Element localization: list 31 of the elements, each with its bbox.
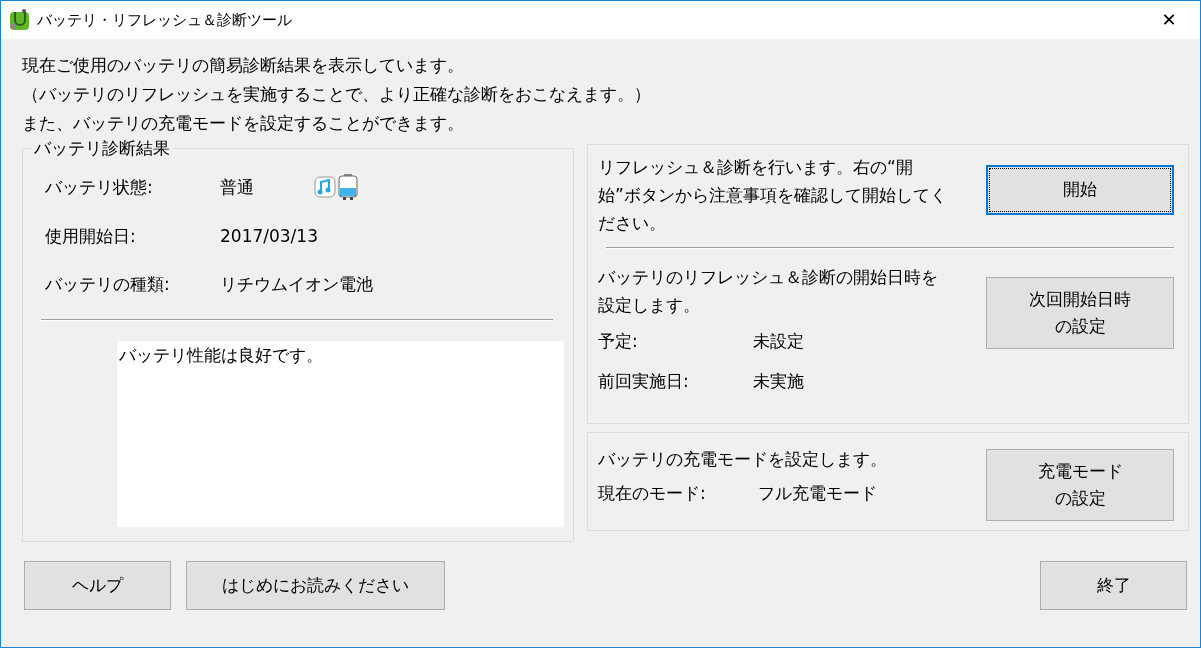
button[interactable]: 充電モード の設定: [986, 449, 1174, 521]
intro-text: 現在ご使用のバッテリの簡易診断結果を表示しています。: [22, 54, 465, 77]
intro-text: また、バッテリの充電モードを設定することができます。: [22, 112, 465, 135]
button[interactable]: ヘルプ: [24, 561, 171, 610]
field-value: 未実施: [753, 370, 804, 392]
app-icon: [7, 8, 31, 32]
field-value: 2017/03/13: [220, 225, 318, 246]
field-label: 使用開始日:: [45, 225, 137, 246]
field-value: リチウムイオン電池: [220, 274, 373, 295]
message-box: バッテリ性能は良好です。: [117, 340, 564, 527]
field-label: 前回実施日:: [598, 370, 690, 392]
instruction-text: リフレッシュ＆診断を行います。右の“開始”ボタンから注意事項を確認して開始してください。: [598, 156, 948, 235]
button[interactable]: 開始: [986, 165, 1174, 215]
field-label: 現在のモード:: [598, 482, 707, 504]
instruction-text: バッテリの充電モードを設定します。: [598, 448, 888, 471]
instruction-text: バッテリのリフレッシュ＆診断の開始日時を設定します。: [598, 266, 939, 317]
field-value: 普通: [220, 177, 255, 198]
group-title: バッテリ診断結果: [31, 138, 173, 159]
battery-icon: [336, 173, 360, 202]
field-value: フル充電モード: [758, 482, 877, 504]
button[interactable]: 次回開始日時 の設定: [986, 277, 1174, 349]
field-label: バッテリの種類:: [45, 274, 171, 295]
window-title: バッテリ・リフレッシュ＆診断ツール: [37, 11, 293, 29]
button[interactable]: はじめにお読みください: [186, 561, 445, 610]
field-label: バッテリ状態:: [45, 177, 154, 198]
close-button[interactable]: ✕: [1146, 1, 1192, 39]
field-label: 予定:: [598, 330, 639, 352]
field-value: 未設定: [753, 330, 804, 352]
intro-text: （バッテリのリフレッシュを実施することで、より正確な診断をおこなえます。）: [22, 83, 652, 106]
button[interactable]: 終了: [1040, 561, 1187, 610]
music-note-icon: [314, 176, 336, 199]
